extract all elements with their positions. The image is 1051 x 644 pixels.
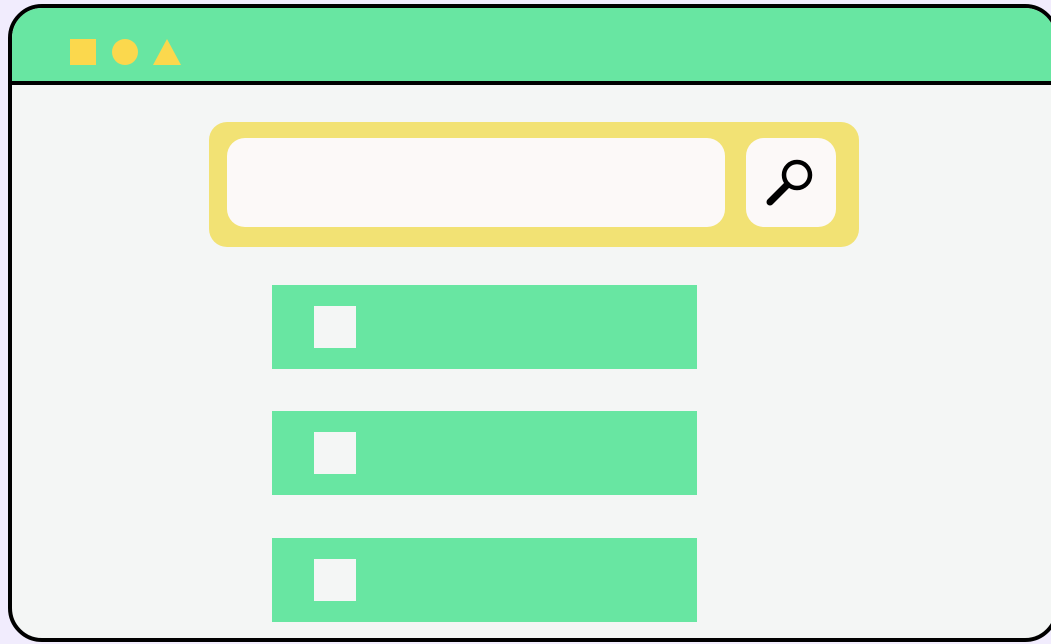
search-bar	[209, 122, 859, 247]
list-item[interactable]	[272, 538, 697, 622]
triangle-control-icon[interactable]	[153, 39, 181, 65]
circle-control-icon[interactable]	[112, 39, 138, 65]
list-item[interactable]	[272, 285, 697, 369]
title-bar	[12, 8, 1051, 85]
browser-window	[8, 4, 1051, 642]
search-button[interactable]	[746, 138, 836, 227]
search-icon	[766, 159, 813, 206]
checkbox[interactable]	[314, 559, 356, 601]
square-control-icon[interactable]	[70, 39, 96, 65]
checkbox[interactable]	[314, 432, 356, 474]
search-input[interactable]	[227, 138, 725, 227]
checkbox[interactable]	[314, 306, 356, 348]
list-item[interactable]	[272, 411, 697, 495]
